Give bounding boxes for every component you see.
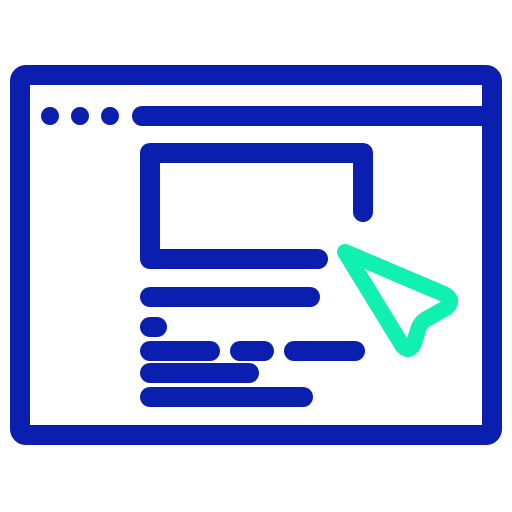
window-dot-1 bbox=[41, 107, 59, 125]
window-dot-3 bbox=[101, 107, 119, 125]
image-placeholder-icon bbox=[140, 143, 373, 269]
text-lines bbox=[140, 287, 365, 407]
window-dot-2 bbox=[71, 107, 89, 125]
window-control-dots bbox=[41, 107, 119, 125]
cursor-arrow-icon bbox=[337, 244, 458, 357]
web-page-click-icon bbox=[10, 65, 502, 445]
icon-canvas bbox=[0, 0, 512, 512]
